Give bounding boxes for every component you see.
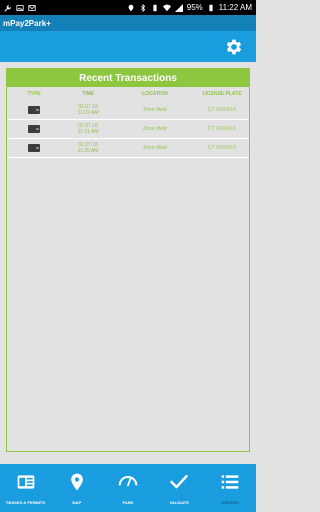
time-cell: 02.07.18 11:21 AM: [59, 123, 117, 135]
time-cell: 02.07.18 11:22 AM: [59, 104, 117, 116]
col-type: TYPE: [27, 91, 41, 97]
battery-icon: [209, 4, 213, 11]
nav-label: PASSES & PERMITS: [6, 500, 46, 505]
gear-icon[interactable]: [224, 37, 244, 57]
nav-park[interactable]: PARK: [102, 464, 153, 512]
battery-percent: 95%: [186, 3, 203, 12]
app-title: mPay2Park+: [3, 18, 51, 28]
time-value: 11:22 AM: [77, 110, 99, 116]
status-bar: 95% 11:22 AM: [0, 0, 256, 15]
plate-cell: CT XXXXXX: [208, 107, 236, 113]
vibrate-icon: [153, 4, 157, 11]
wrench-icon: [4, 4, 11, 12]
time-value: 11:20 AM: [77, 148, 99, 154]
table-row[interactable]: 02.07.18 11:21 AM Zone #test CT XXXXXX: [7, 120, 249, 139]
nav-label: HISTORY: [221, 500, 240, 505]
wallet-icon: [28, 106, 40, 114]
nav-passes-permits[interactable]: PASSES & PERMITS: [0, 464, 51, 512]
wifi-icon: [162, 4, 171, 11]
plate-cell: CT XXXXXX: [208, 145, 236, 151]
table-row[interactable]: 02.07.18 11:22 AM Zone #test CT XXXXXX: [7, 101, 249, 120]
table-row[interactable]: 02.07.18 11:20 AM Zone #test CT XXXXXX: [7, 139, 249, 158]
app-title-bar: mPay2Park+: [0, 15, 256, 31]
image-icon: [16, 4, 24, 11]
nav-label: PARK: [122, 500, 134, 505]
location-cell: Zone #test: [143, 126, 167, 132]
list-icon: [222, 475, 239, 489]
nav-label: MAP: [72, 500, 82, 505]
wallet-icon: [28, 125, 40, 133]
location-cell: Zone #test: [143, 145, 167, 151]
bluetooth-icon: [140, 3, 145, 12]
nav-label: VALIDATE: [169, 500, 189, 505]
map-pin-icon: [70, 473, 83, 491]
recent-transactions-panel: Recent Transactions TYPE TIME LOCATION L…: [6, 68, 250, 452]
nav-history[interactable]: HISTORY: [205, 464, 256, 512]
col-license-plate: LICENSE PLATE: [202, 91, 242, 97]
col-time: TIME: [82, 91, 94, 97]
wallet-icon: [28, 144, 40, 152]
mail-icon: [28, 4, 36, 11]
gauge-icon: [118, 476, 138, 487]
col-location: LOCATION: [142, 91, 168, 97]
location-icon: [128, 4, 134, 11]
time-value: 11:21 AM: [77, 129, 99, 135]
plate-cell: CT XXXXXX: [208, 126, 236, 132]
nav-validate[interactable]: VALIDATE: [154, 464, 205, 512]
app-header: [0, 31, 256, 62]
table-header: TYPE TIME LOCATION LICENSE PLATE: [7, 87, 249, 101]
nav-map[interactable]: MAP: [51, 464, 102, 512]
clock: 11:22 AM: [218, 3, 252, 12]
panel-title: Recent Transactions: [7, 69, 249, 87]
check-icon: [170, 474, 188, 489]
location-cell: Zone #test: [143, 107, 167, 113]
card-icon: [17, 475, 34, 489]
signal-icon: [174, 3, 183, 12]
time-cell: 02.07.18 11:20 AM: [59, 142, 117, 154]
bottom-nav: PASSES & PERMITS MAP PARK VALIDATE HISTO…: [0, 464, 256, 512]
